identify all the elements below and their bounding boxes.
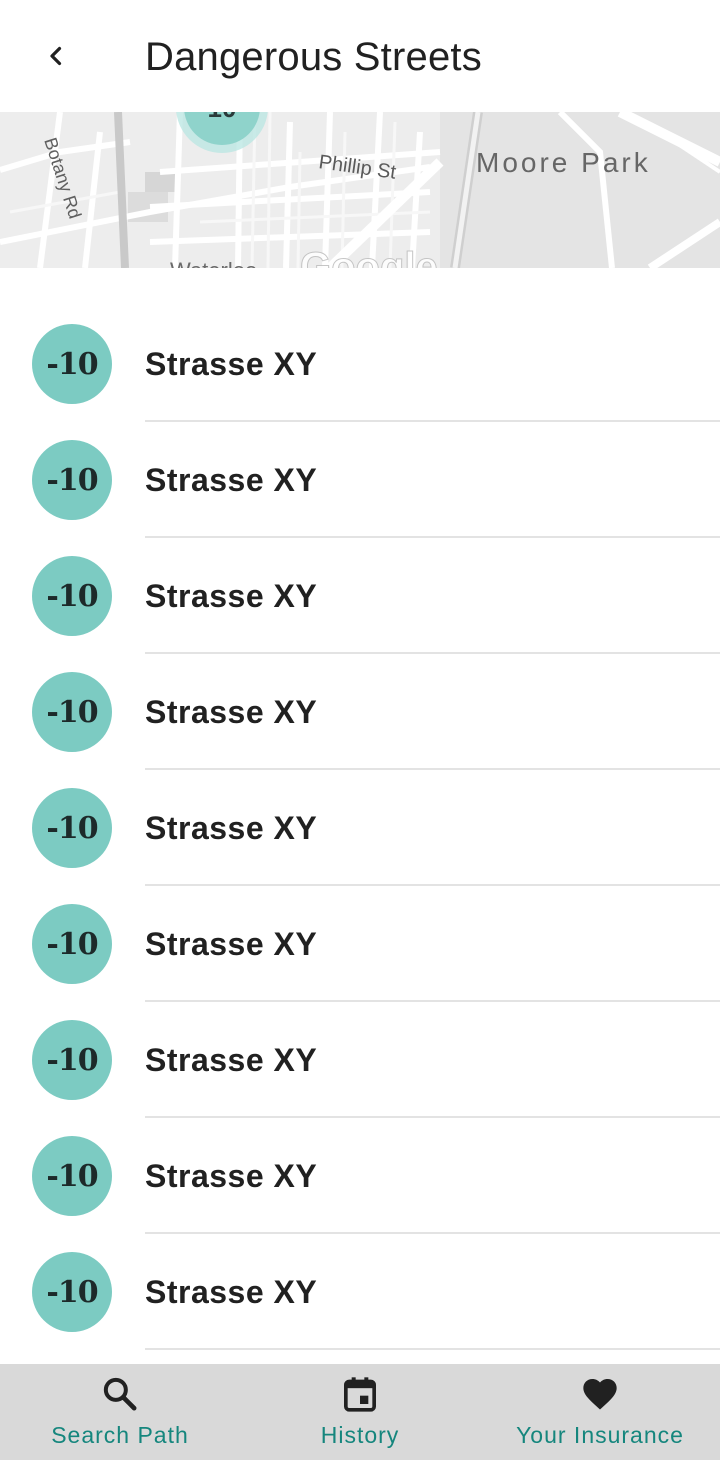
street-name: Strasse XY xyxy=(145,346,318,382)
map-cluster-label: 10 xyxy=(208,112,237,123)
street-name: Strasse XY xyxy=(145,926,318,962)
list-item[interactable]: -10 Strasse XY xyxy=(0,1118,720,1234)
score-badge: -10 xyxy=(32,904,112,984)
score-badge: -10 xyxy=(32,556,112,636)
dangerous-streets-list: -10 Strasse XY -10 Strasse XY -10 Strass… xyxy=(0,306,720,1350)
score-badge: -10 xyxy=(32,324,112,404)
list-item[interactable]: -10 Strasse XY xyxy=(0,770,720,886)
nav-label-history: History xyxy=(320,1422,400,1448)
back-button[interactable] xyxy=(28,28,84,84)
nav-history[interactable]: History xyxy=(240,1364,480,1460)
nav-label-insurance: Your Insurance xyxy=(516,1422,684,1448)
score-badge: -10 xyxy=(32,672,112,752)
heart-icon xyxy=(583,1379,617,1410)
street-name: Strasse XY xyxy=(145,578,318,614)
arrow-back-icon xyxy=(50,46,62,66)
score-badge: -10 xyxy=(32,1136,112,1216)
street-name: Strasse XY xyxy=(145,694,318,730)
nav-label-search: Search Path xyxy=(51,1422,189,1448)
list-item[interactable]: -10 Strasse XY xyxy=(0,306,720,422)
bottom-navigation: Search Path History Your Insurance xyxy=(0,1364,720,1460)
nav-search-path[interactable]: Search Path xyxy=(0,1364,240,1460)
divider xyxy=(145,1348,720,1350)
list-item[interactable]: -10 Strasse XY xyxy=(0,654,720,770)
nav-your-insurance[interactable]: Your Insurance xyxy=(480,1364,720,1460)
score-badge: -10 xyxy=(32,440,112,520)
street-name: Strasse XY xyxy=(145,810,318,846)
list-item[interactable]: -10 Strasse XY xyxy=(0,1234,720,1350)
list-item[interactable]: -10 Strasse XY xyxy=(0,422,720,538)
score-badge: -10 xyxy=(32,788,112,868)
score-badge: -10 xyxy=(32,1020,112,1100)
map-view[interactable]: 10 Botany Rd Phillip St Moore Park Water… xyxy=(0,112,720,268)
list-item[interactable]: -10 Strasse XY xyxy=(0,886,720,1002)
app-bar: Dangerous Streets xyxy=(0,0,720,112)
map-label-partial: Waterloo xyxy=(170,258,257,268)
calendar-icon xyxy=(344,1377,376,1412)
page-title: Dangerous Streets xyxy=(145,35,482,79)
list-item[interactable]: -10 Strasse XY xyxy=(0,538,720,654)
street-name: Strasse XY xyxy=(145,1274,318,1310)
map-label-moore: Moore Park xyxy=(476,147,651,178)
street-name: Strasse XY xyxy=(145,1042,318,1078)
street-name: Strasse XY xyxy=(145,1158,318,1194)
score-badge: -10 xyxy=(32,1252,112,1332)
search-icon xyxy=(103,1377,137,1411)
street-name: Strasse XY xyxy=(145,462,318,498)
google-watermark: Google xyxy=(300,245,438,268)
list-item[interactable]: -10 Strasse XY xyxy=(0,1002,720,1118)
